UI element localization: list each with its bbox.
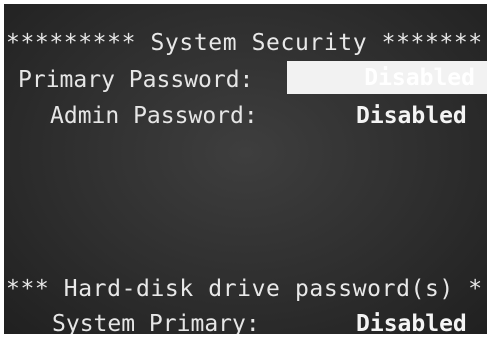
section-header-system-security: ********* System Security *******	[6, 30, 483, 56]
primary-password-field[interactable]: Disabled	[287, 61, 487, 94]
admin-password-value[interactable]: Disabled	[356, 102, 467, 130]
admin-password-label: Admin Password:	[50, 103, 258, 129]
system-primary-label: System Primary:	[52, 311, 260, 334]
primary-password-value: Disabled	[364, 65, 475, 91]
primary-password-label: Primary Password:	[18, 67, 254, 93]
bios-screen: ********* System Security ******* Primar…	[4, 4, 487, 334]
section-header-hdd-passwords: *** Hard-disk drive password(s) *	[6, 276, 483, 302]
system-primary-value[interactable]: Disabled	[356, 310, 467, 334]
